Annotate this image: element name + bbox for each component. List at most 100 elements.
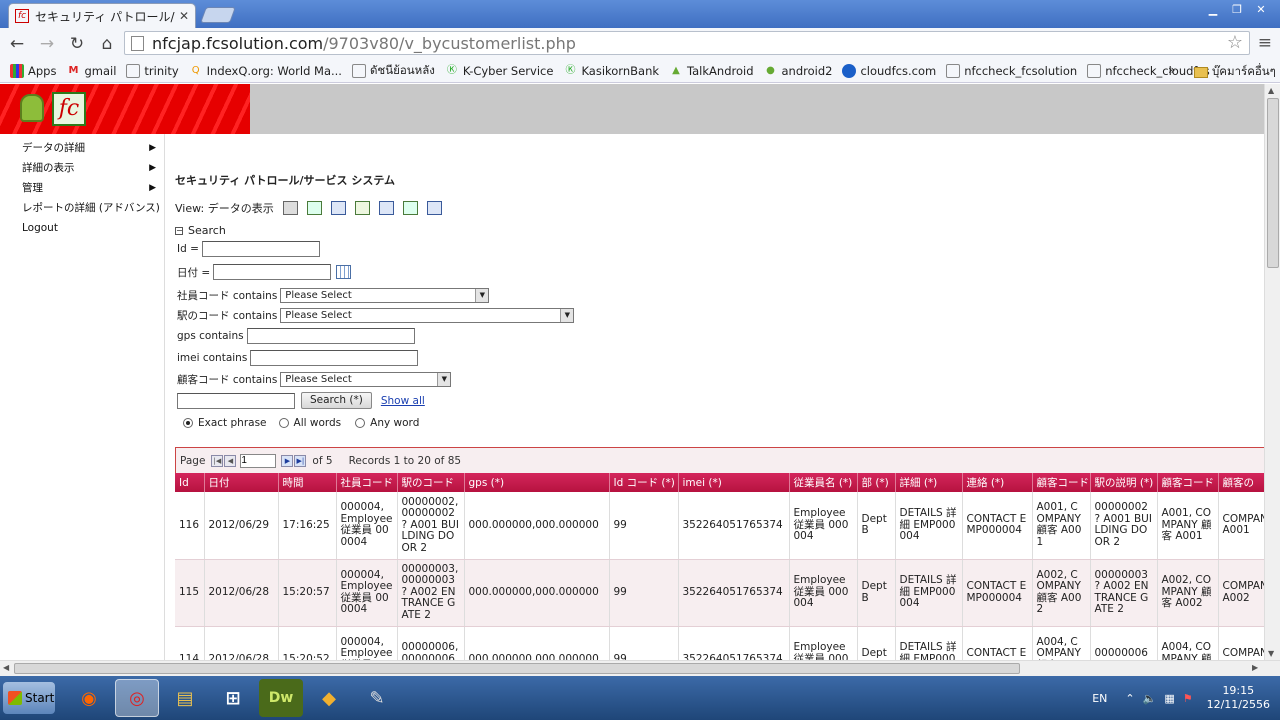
table-row[interactable]: 1142012/06/2815:20:52000004, Employee 従業… — [175, 626, 1264, 660]
page-number-input[interactable] — [240, 453, 277, 468]
show-all-link[interactable]: Show all — [381, 395, 425, 407]
column-header[interactable]: gps (*) — [464, 473, 610, 492]
bookmark-apps[interactable]: Apps — [10, 63, 56, 78]
printer-icon[interactable] — [282, 201, 298, 215]
bookmark-nfccheck-cloudfcs[interactable]: nfccheck_cloudfcs — [1087, 63, 1210, 78]
scroll-left-icon[interactable]: ◀ — [3, 663, 9, 672]
other-bookmarks-folder[interactable]: บุ๊คมาร์คอื่นๆ — [1194, 63, 1276, 81]
bookmark-nfccheck-fcsolution[interactable]: nfccheck_fcsolution — [946, 63, 1077, 78]
xml-export-icon[interactable] — [378, 201, 394, 215]
close-tab-icon[interactable]: ✕ — [179, 9, 189, 23]
table-row[interactable]: 115 2012/06/28 15:20:57 000004, Employee 従業… — [175, 559, 1264, 627]
security-alert-icon[interactable]: ⚑ — [1183, 692, 1193, 705]
bookmark-talkandroid[interactable]: ▲ TalkAndroid — [669, 64, 753, 78]
horizontal-scrollbar[interactable]: ◀ ▶ — [0, 660, 1280, 676]
sidebar-item-data-details[interactable]: データの詳細 ▶ — [0, 138, 164, 158]
back-icon[interactable]: ← — [4, 34, 30, 54]
first-page-icon[interactable]: |◀ — [211, 454, 224, 467]
word-export-icon[interactable] — [330, 201, 346, 215]
clock[interactable]: 19:15 12/11/2556 — [1207, 684, 1270, 712]
employee-code-select[interactable]: Please Select ▼ — [280, 288, 490, 303]
date-filter-input[interactable] — [213, 264, 332, 280]
quick-search-input[interactable] — [177, 392, 295, 409]
column-header[interactable]: 詳細 (*) — [895, 473, 963, 492]
id-filter-input[interactable] — [201, 241, 320, 257]
csv-export-icon[interactable] — [402, 201, 418, 215]
calendar-icon[interactable] — [336, 265, 352, 279]
close-window-icon[interactable]: ✕ — [1250, 2, 1272, 18]
bookmarks-overflow-button[interactable]: » — [1168, 63, 1175, 77]
address-bar[interactable]: nfcjap.fcsolution.com/9703v80/v_bycustom… — [124, 31, 1250, 55]
column-header[interactable]: Id コード (*) — [609, 473, 679, 492]
dreamweaver-taskbar-icon[interactable]: Dw — [259, 679, 303, 717]
exact-phrase-radio[interactable] — [183, 418, 193, 428]
any-word-radio[interactable] — [355, 418, 366, 428]
scroll-up-icon[interactable]: ▲ — [1268, 86, 1274, 95]
scroll-right-icon[interactable]: ▶ — [1252, 663, 1258, 672]
column-header[interactable]: 時間 — [278, 473, 337, 492]
column-header[interactable]: 顧客コード — [1157, 473, 1219, 492]
bookmark-gmail[interactable]: Mgmail — [66, 64, 116, 78]
bookmark-indexq[interactable]: Q IndexQ.org: World Ma... — [189, 64, 342, 78]
reload-icon[interactable]: ↻ — [64, 34, 90, 54]
paint-taskbar-icon[interactable]: ✎ — [355, 679, 399, 717]
column-header[interactable]: 社員コード — [336, 473, 398, 492]
column-header[interactable]: 連絡 (*) — [962, 473, 1033, 492]
new-tab-button[interactable] — [200, 7, 236, 23]
home-icon[interactable]: ⌂ — [94, 34, 120, 54]
sidebar-item-admin[interactable]: 管理 ▶ — [0, 178, 164, 198]
vertical-scroll-thumb[interactable] — [1267, 98, 1279, 268]
column-header[interactable]: 顧客コード — [1032, 473, 1091, 492]
column-header[interactable]: 駅のコード — [397, 473, 465, 492]
search-panel-toggle[interactable]: − Search — [175, 224, 226, 237]
station-code-select[interactable]: Please Select ▼ — [280, 308, 575, 323]
book-app-taskbar-icon[interactable]: ◆ — [307, 679, 351, 717]
bookmark-cloudfcs[interactable]: cloudfcs.com — [842, 63, 936, 78]
bookmark-trinity[interactable]: trinity — [126, 63, 179, 78]
sidebar-item-view-details[interactable]: 詳細の表示 ▶ — [0, 158, 164, 178]
column-header[interactable]: 部 (*) — [857, 473, 896, 492]
scroll-down-icon[interactable]: ▼ — [1268, 649, 1274, 658]
chrome-menu-icon[interactable]: ≡ — [1258, 33, 1272, 53]
tray-expand-icon[interactable]: ⌃ — [1125, 692, 1134, 705]
volume-icon[interactable]: 🔈 — [1143, 692, 1157, 705]
html-export-icon[interactable] — [354, 201, 370, 215]
bookmark-android2[interactable]: ● android2 — [764, 64, 832, 78]
language-indicator[interactable]: EN — [1092, 692, 1107, 705]
forward-icon[interactable]: → — [34, 34, 60, 54]
bookmark-star-icon[interactable]: ☆ — [1227, 32, 1243, 53]
column-header[interactable]: imei (*) — [678, 473, 790, 492]
restore-icon[interactable]: ❐ — [1226, 2, 1248, 18]
email-export-icon[interactable] — [426, 201, 442, 215]
horizontal-scroll-thumb[interactable] — [14, 663, 1020, 674]
search-button[interactable]: Search (*) — [301, 392, 372, 409]
imei-filter-input[interactable] — [250, 350, 419, 366]
browser-tab[interactable]: fc セキュリティ パトロール/サ ✕ — [8, 3, 196, 28]
gps-filter-input[interactable] — [246, 328, 415, 344]
chrome-taskbar-icon[interactable]: ◎ — [115, 679, 159, 717]
bookmark-kasikorn[interactable]: Ⓚ KasikornBank — [563, 64, 659, 78]
last-page-icon[interactable]: ▶| — [294, 454, 307, 467]
column-header[interactable]: 駅の説明 (*) — [1090, 473, 1158, 492]
bookmark-kcyber[interactable]: Ⓚ K-Cyber Service — [445, 64, 554, 78]
apps-grid-taskbar-icon[interactable]: ⊞ — [211, 679, 255, 717]
column-header[interactable]: Id — [175, 473, 205, 492]
column-header[interactable]: 従業員名 (*) — [789, 473, 858, 492]
customer-code-select[interactable]: Please Select ▼ — [280, 372, 452, 387]
firefox-taskbar-icon[interactable]: ◉ — [67, 679, 111, 717]
column-header[interactable]: 顧客の — [1218, 473, 1264, 492]
all-words-radio[interactable] — [278, 418, 289, 428]
minimize-icon[interactable]: ▁ — [1202, 2, 1224, 18]
prev-page-icon[interactable]: ◀ — [224, 454, 237, 467]
explorer-taskbar-icon[interactable]: ▤ — [163, 679, 207, 717]
start-button[interactable]: Start — [3, 682, 55, 714]
excel-export-icon[interactable] — [306, 201, 322, 215]
bookmark-thai-index[interactable]: ดัชนีย้อนหลัง — [351, 62, 435, 80]
next-page-icon[interactable]: ▶ — [281, 454, 294, 467]
sidebar-item-logout[interactable]: Logout — [0, 218, 164, 238]
sidebar-item-advanced-report[interactable]: レポートの詳細 (アドバンス) — [0, 198, 164, 218]
vertical-scrollbar[interactable]: ▲ ▼ — [1264, 84, 1280, 660]
network-icon[interactable]: ▦ — [1164, 692, 1174, 705]
column-header[interactable]: 日付 — [204, 473, 279, 492]
table-row[interactable]: 116 2012/06/29 17:16:25 000004, Employee 従業… — [175, 492, 1264, 560]
